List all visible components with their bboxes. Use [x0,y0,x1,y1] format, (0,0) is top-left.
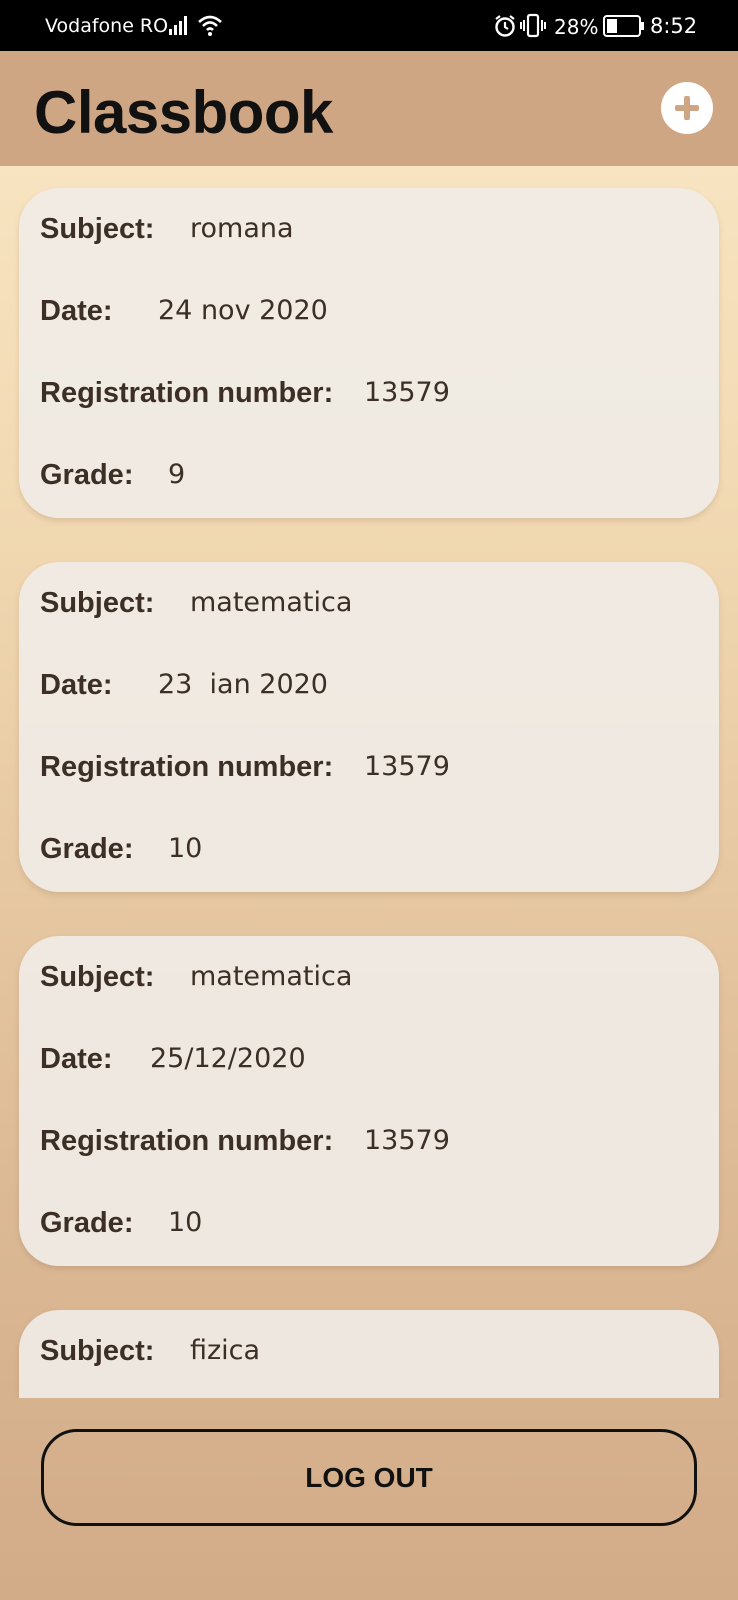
registration-row: Registration number: 13579 [40,1125,450,1158]
registration-number-label: Registration number: [40,1125,334,1157]
registration-row: Registration number: 13579 [40,751,450,784]
subject-row: Subject: matematica [40,961,352,994]
battery-icon [603,15,644,37]
grade-value: 9 [168,459,186,490]
grade-value: 10 [168,833,203,864]
date-row: Date: 25/12/2020 [40,1043,306,1076]
subject-label: Subject: [40,587,155,619]
grade-card[interactable]: Subject: matematica Date: 25/12/2020 Reg… [19,936,719,1266]
date-value: 24 nov 2020 [158,295,328,326]
subject-row: Subject: romana [40,213,294,246]
grade-card[interactable]: Subject: romana Date: 24 nov 2020 Regist… [19,188,719,518]
subject-label: Subject: [40,961,155,993]
registration-number-value: 13579 [364,377,450,408]
grade-value: 10 [168,1207,203,1238]
add-grade-button[interactable] [661,82,713,134]
registration-number-value: 13579 [364,1125,450,1156]
date-label: Date: [40,669,113,701]
subject-label: Subject: [40,213,155,245]
registration-number-value: 13579 [364,751,450,782]
clock: 8:52 [650,14,698,38]
subject-row: Subject: matematica [40,587,352,620]
grade-label: Grade: [40,833,134,865]
grade-card[interactable]: Subject: matematica Date: 23 ian 2020 Re… [19,562,719,892]
subject-value: matematica [190,587,353,618]
registration-number-label: Registration number: [40,377,334,409]
carrier-name: Vodafone RO [45,15,169,37]
grade-label: Grade: [40,1207,134,1239]
subject-row: Subject: fizica [40,1335,260,1368]
grade-card[interactable]: Subject: fizica [19,1310,719,1398]
vibrate-icon [520,13,546,38]
grade-row: Grade: 10 [40,1207,202,1240]
grade-label: Grade: [40,459,134,491]
date-label: Date: [40,1043,113,1075]
date-value: 25/12/2020 [150,1043,306,1074]
registration-row: Registration number: 13579 [40,377,450,410]
date-row: Date: 24 nov 2020 [40,295,328,328]
date-label: Date: [40,295,113,327]
grade-row: Grade: 9 [40,459,185,492]
subject-value: matematica [190,961,353,992]
grades-list[interactable]: Subject: romana Date: 24 nov 2020 Regist… [0,166,738,1398]
subject-value: romana [190,213,294,244]
wifi-icon [198,15,222,36]
subject-value: fizica [190,1335,261,1366]
date-value: 23 ian 2020 [158,669,328,700]
app-bar: Classbook [0,51,738,166]
page-title: Classbook [34,79,333,146]
date-row: Date: 23 ian 2020 [40,669,328,702]
plus-circle-icon [675,96,699,120]
logout-button[interactable]: LOG OUT [41,1429,697,1526]
alarm-icon [495,15,515,37]
grade-row: Grade: 10 [40,833,202,866]
status-bar: Vodafone RO 28% 8:52 [0,0,738,51]
subject-label: Subject: [40,1335,155,1367]
battery-percent: 28% [554,15,599,39]
signal-icon [169,16,187,35]
registration-number-label: Registration number: [40,751,334,783]
